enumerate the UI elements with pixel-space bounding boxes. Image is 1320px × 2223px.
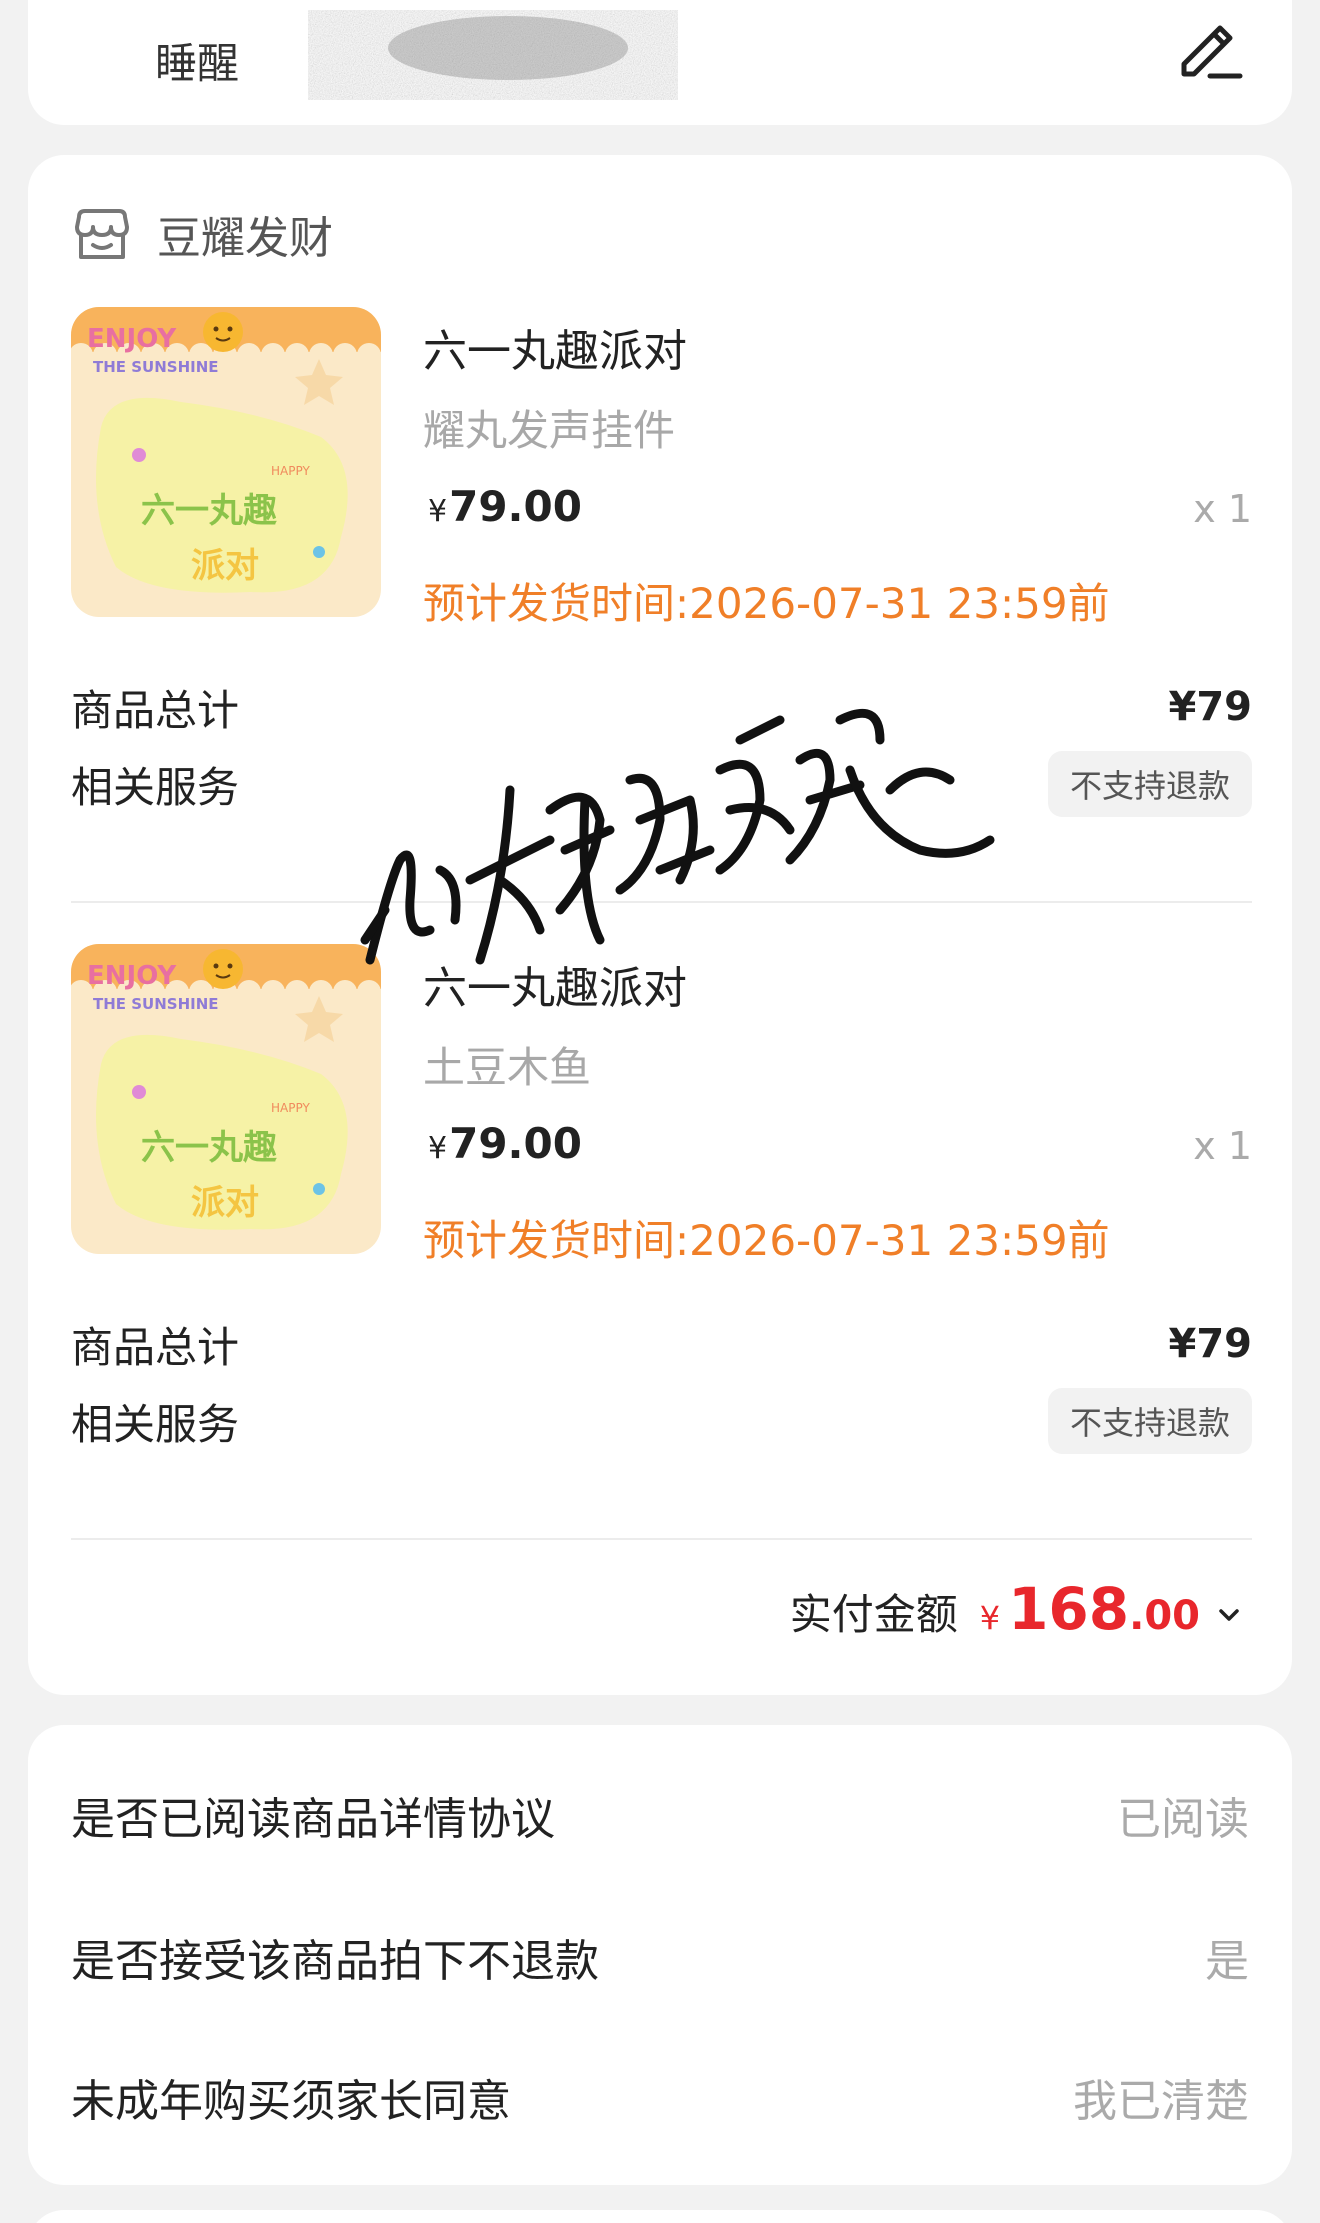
image-text-main2: 派对 xyxy=(191,546,259,586)
image-text-main1: 六一丸趣 xyxy=(141,491,277,531)
service-label: 相关服务 xyxy=(71,762,240,812)
ship-time: 预计发货时间:2026-07-31 23:59前 xyxy=(423,579,1110,628)
divider xyxy=(71,1538,1252,1540)
product-quantity: x 1 xyxy=(1193,1124,1252,1168)
price-value: 79.00 xyxy=(449,482,582,531)
shop-name: 豆耀发财 xyxy=(157,213,333,264)
currency-symbol: ¥ xyxy=(428,494,448,529)
agreement-value: 已阅读 xyxy=(1117,1794,1249,1845)
order-item[interactable]: ENJOY THE SUNSHINE HAPPY 六一丸趣 派对 六一丸趣派对 … xyxy=(28,944,1292,1504)
subtotal-label: 商品总计 xyxy=(71,685,240,735)
product-price: ¥79.00 xyxy=(428,482,582,531)
image-text-main2: 派对 xyxy=(191,1183,259,1223)
image-text-enjoy: ENJOY xyxy=(87,324,177,354)
address-card[interactable]: 睡醒 xyxy=(28,0,1292,125)
order-card: 豆耀发财 ENJOY THE SUNSHINE HAPPY 六一丸趣 派对 六一… xyxy=(28,155,1292,1695)
total-label: 实付金额 xyxy=(789,1590,958,1639)
product-price: ¥79.00 xyxy=(428,1119,582,1168)
agreement-label: 是否接受该商品拍下不退款 xyxy=(71,1936,599,1987)
shop-icon xyxy=(75,209,129,259)
total-paid[interactable]: 实付金额 ¥ 168 .00 xyxy=(790,1575,1242,1655)
agreement-row[interactable]: 是否接受该商品拍下不退款 是 xyxy=(71,1922,1249,1992)
next-card-edge xyxy=(28,2210,1292,2223)
ship-time: 预计发货时间:2026-07-31 23:59前 xyxy=(423,1216,1110,1265)
divider xyxy=(71,901,1252,903)
service-row: 相关服务 不支持退款 xyxy=(71,751,1252,817)
agreement-row[interactable]: 是否已阅读商品详情协议 已阅读 xyxy=(71,1780,1249,1850)
product-title[interactable]: 六一丸趣派对 xyxy=(423,315,687,379)
total-currency: ¥ xyxy=(979,1599,1001,1637)
agreement-value: 我已清楚 xyxy=(1073,2076,1249,2127)
total-integer: 168 xyxy=(1008,1575,1130,1643)
product-variant: 耀丸发声挂件 xyxy=(423,406,676,455)
product-title[interactable]: 六一丸趣派对 xyxy=(423,952,687,1016)
agreement-label: 未成年购买须家长同意 xyxy=(71,2076,511,2127)
product-image: ENJOY THE SUNSHINE HAPPY 六一丸趣 派对 xyxy=(71,307,381,617)
recipient-name: 睡醒 xyxy=(155,39,240,88)
no-refund-badge: 不支持退款 xyxy=(1047,751,1252,817)
image-text-sunshine: THE SUNSHINE xyxy=(93,995,219,1013)
agreement-label: 是否已阅读商品详情协议 xyxy=(71,1794,555,1845)
total-decimal: .00 xyxy=(1129,1593,1200,1639)
edit-pencil-icon[interactable] xyxy=(1174,12,1244,82)
service-label: 相关服务 xyxy=(71,1399,240,1449)
redaction-scribble xyxy=(318,10,668,92)
image-text-main1: 六一丸趣 xyxy=(141,1128,277,1168)
subtotal-value: ¥79 xyxy=(1168,1321,1253,1367)
price-value: 79.00 xyxy=(449,1119,582,1168)
subtotal-value: ¥79 xyxy=(1168,684,1253,730)
product-thumbnail[interactable]: ENJOY THE SUNSHINE HAPPY 六一丸趣 派对 xyxy=(71,307,381,617)
order-item[interactable]: ENJOY THE SUNSHINE HAPPY 六一丸趣 派对 六一丸趣派对 … xyxy=(28,307,1292,867)
product-quantity: x 1 xyxy=(1193,487,1252,531)
product-thumbnail[interactable]: ENJOY THE SUNSHINE HAPPY 六一丸趣 派对 xyxy=(71,944,381,1254)
subtotal-row: 商品总计 ¥79 xyxy=(71,1314,1252,1374)
chevron-down-icon[interactable] xyxy=(1216,1602,1242,1628)
product-variant: 土豆木鱼 xyxy=(423,1043,592,1092)
image-text-sunshine: THE SUNSHINE xyxy=(93,358,219,376)
agreement-row[interactable]: 未成年购买须家长同意 我已清楚 xyxy=(71,2062,1249,2132)
service-row: 相关服务 不支持退款 xyxy=(71,1388,1252,1454)
subtotal-row: 商品总计 ¥79 xyxy=(71,677,1252,737)
subtotal-label: 商品总计 xyxy=(71,1322,240,1372)
image-text-happy: HAPPY xyxy=(271,1101,310,1115)
agreement-value: 是 xyxy=(1205,1936,1249,1987)
agreements-card: 是否已阅读商品详情协议 已阅读 是否接受该商品拍下不退款 是 未成年购买须家长同… xyxy=(28,1725,1292,2185)
image-text-enjoy: ENJOY xyxy=(87,961,177,991)
currency-symbol: ¥ xyxy=(428,1131,448,1166)
product-image: ENJOY THE SUNSHINE HAPPY 六一丸趣 派对 xyxy=(71,944,381,1254)
no-refund-badge: 不支持退款 xyxy=(1047,1388,1252,1454)
image-text-happy: HAPPY xyxy=(271,464,310,478)
shop-header[interactable]: 豆耀发财 xyxy=(71,203,333,265)
